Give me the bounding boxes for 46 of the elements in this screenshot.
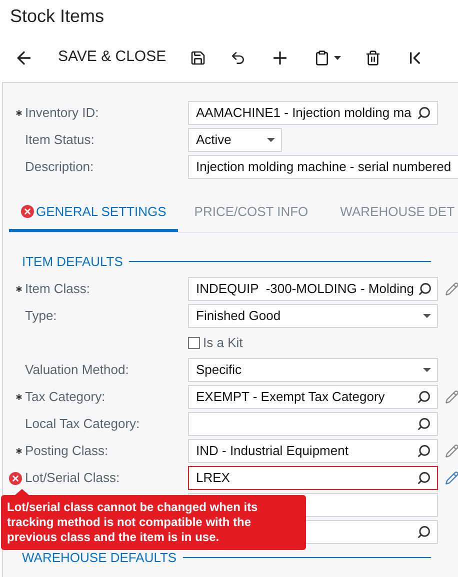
search-icon[interactable] [418, 282, 432, 296]
edit-icon[interactable] [445, 390, 458, 404]
field-label: Posting Class: [25, 443, 108, 458]
dropdown-field[interactable]: Active [188, 128, 282, 152]
edit-icon[interactable] [445, 444, 458, 458]
tab[interactable]: GENERAL SETTINGS [9, 194, 178, 232]
page-title: Stock Items [10, 5, 104, 28]
lookup-field[interactable]: EXEMPT - Exempt Tax Category [188, 385, 438, 409]
field-label: Item Class: [25, 281, 90, 296]
field-label: Inventory ID: [25, 104, 99, 120]
search-icon[interactable] [417, 390, 431, 404]
search-icon[interactable] [417, 444, 431, 458]
search-icon[interactable] [417, 471, 431, 485]
field-label: Description: [25, 158, 94, 174]
dropdown-caret-icon[interactable] [423, 368, 431, 372]
edit-icon[interactable] [445, 282, 458, 296]
lookup-field[interactable] [188, 412, 438, 436]
error-icon [9, 472, 22, 484]
field-label: Tax Category: [25, 389, 106, 404]
save-icon[interactable] [190, 50, 206, 66]
search-icon[interactable] [417, 106, 431, 120]
undo-icon[interactable] [230, 50, 246, 66]
dropdown-field[interactable]: Specific [188, 358, 438, 382]
lookup-field[interactable]: AAMACHINE1 - Injection molding ma [188, 100, 438, 124]
delete-icon[interactable] [365, 50, 382, 66]
lookup-field[interactable]: INDEQUIP -300-MOLDING - Molding [188, 277, 438, 301]
dropdown-caret-icon[interactable] [267, 138, 275, 142]
section-heading: ITEM DEFAULTS [22, 253, 123, 271]
search-icon[interactable] [417, 525, 431, 539]
tooltip-pointer [15, 488, 29, 494]
dropdown-field[interactable]: Finished Good [188, 304, 438, 328]
field-label: Local Tax Category: [25, 416, 140, 431]
lookup-field[interactable]: LREX [188, 466, 438, 490]
lookup-field[interactable]: IND - Industrial Equipment [188, 439, 438, 463]
clipboard-menu-icon[interactable] [314, 50, 342, 66]
edit-icon[interactable] [445, 471, 458, 485]
field-label: Type: [25, 308, 57, 323]
field-label: Item Status: [25, 132, 94, 146]
field-label: Valuation Method: [25, 362, 129, 377]
field-label: Lot/Serial Class: [25, 470, 120, 485]
is-kit-checkbox[interactable]: Is a Kit [188, 333, 243, 353]
dropdown-caret-icon[interactable] [423, 314, 431, 318]
search-icon[interactable] [417, 417, 431, 431]
text-field[interactable]: Injection molding machine - serial numbered [188, 154, 458, 178]
section-heading: WAREHOUSE DEFAULTS [22, 548, 177, 566]
save-close-button[interactable]: SAVE & CLOSE [58, 46, 166, 69]
